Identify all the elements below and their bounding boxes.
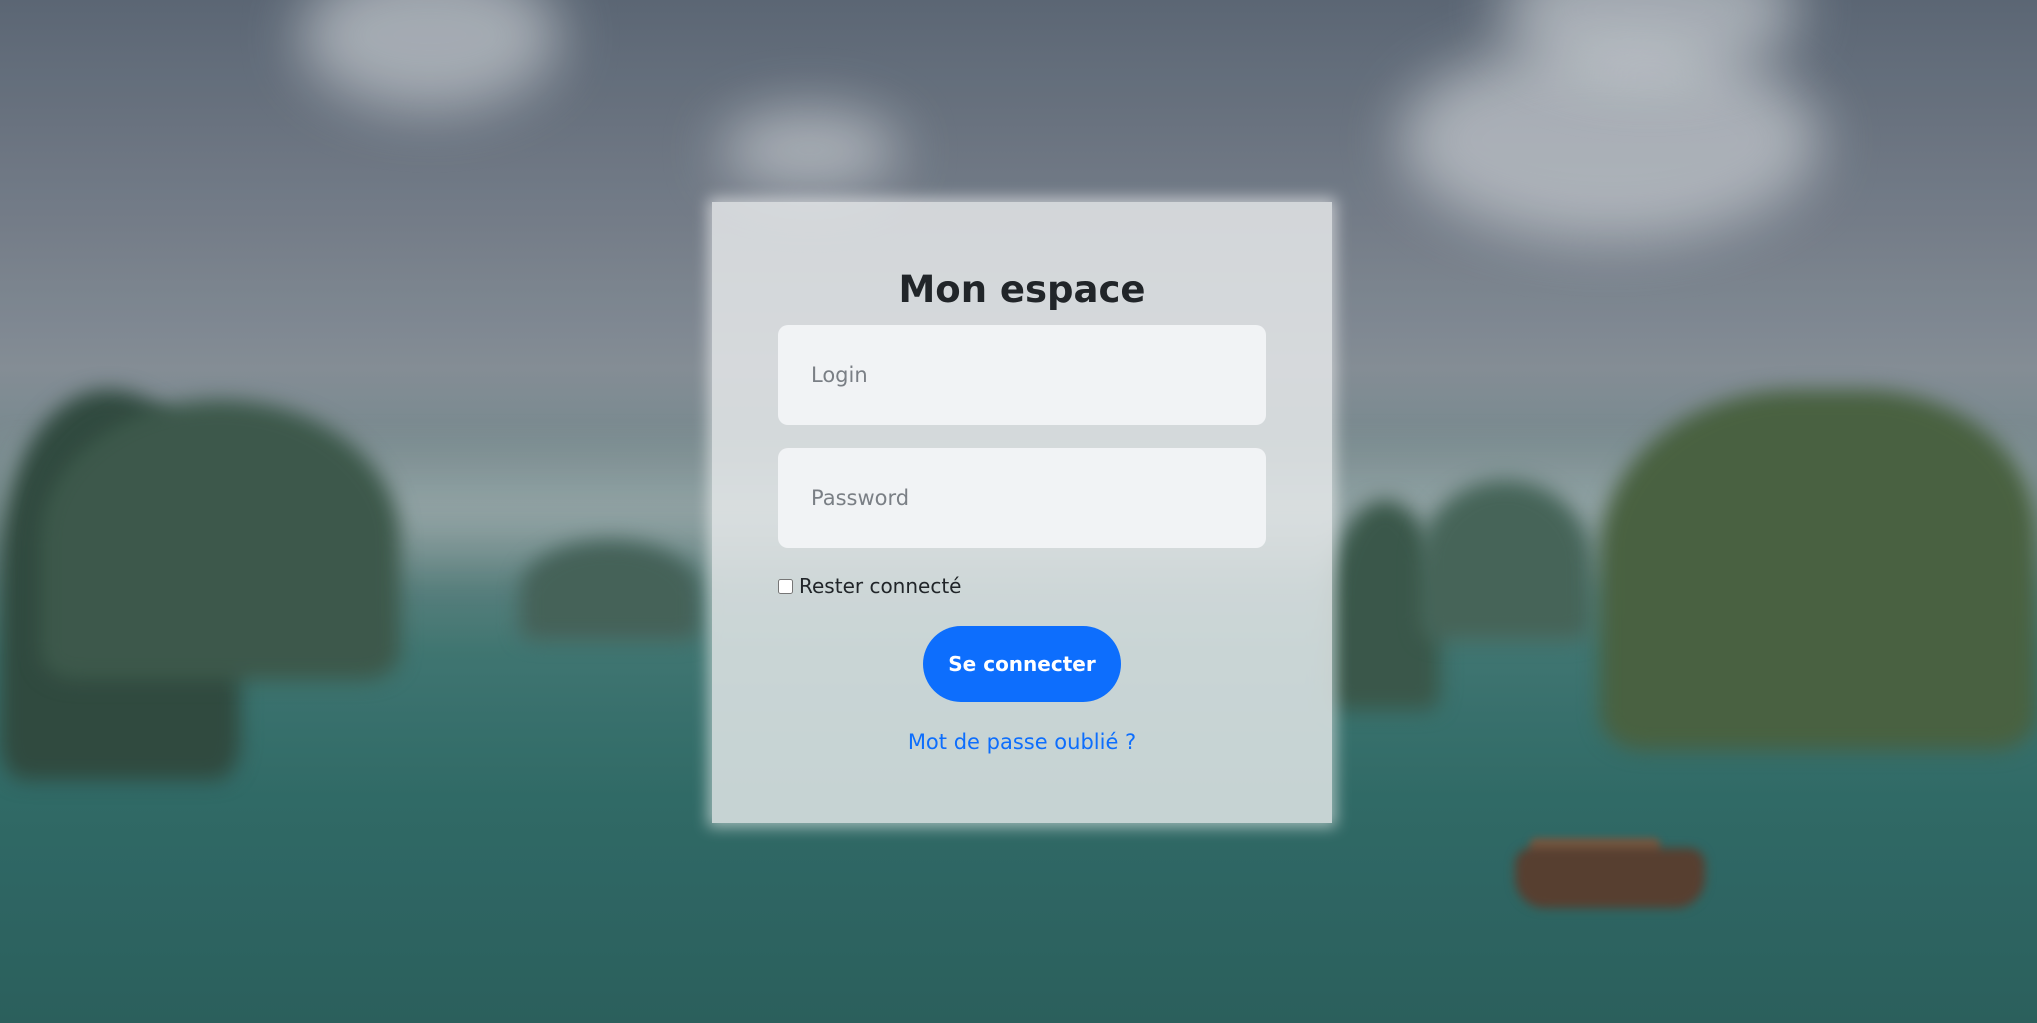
- remember-me-checkbox[interactable]: [778, 578, 793, 594]
- remember-me-label: Rester connecté: [799, 574, 962, 598]
- page-title: Mon espace: [898, 268, 1146, 311]
- login-button[interactable]: Se connecter: [923, 626, 1121, 702]
- forgot-password-link[interactable]: Mot de passe oublié ?: [712, 730, 1332, 754]
- login-input[interactable]: [778, 325, 1266, 425]
- password-input[interactable]: [778, 448, 1266, 548]
- login-card: Mon espace Rester connecté Se connecter …: [712, 202, 1332, 823]
- remember-me-option[interactable]: Rester connecté: [778, 574, 961, 598]
